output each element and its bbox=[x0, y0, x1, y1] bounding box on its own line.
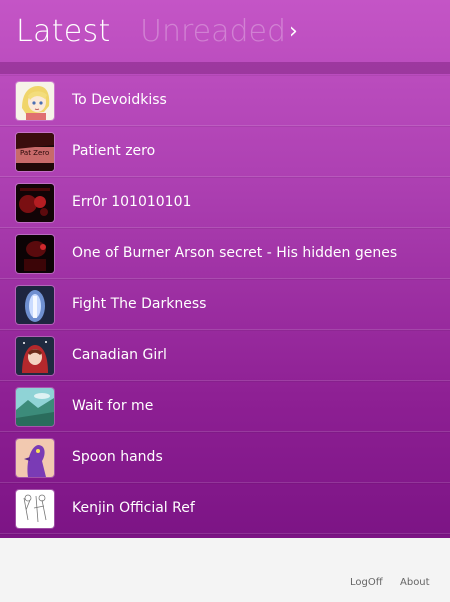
list-item[interactable]: Pat Zero Patient zero bbox=[0, 126, 450, 177]
teal-landscape-thumbnail bbox=[16, 388, 54, 426]
list-item-title: One of Burner Arson secret - His hidden … bbox=[72, 245, 398, 261]
header-divider bbox=[0, 62, 450, 74]
list-item-title: Wait for me bbox=[72, 398, 154, 414]
footer-bar: LogOff About bbox=[0, 538, 450, 602]
dark-red-character-thumbnail bbox=[16, 235, 54, 273]
list-item-title: Fight The Darkness bbox=[72, 296, 207, 312]
list-item-title: Patient zero bbox=[72, 143, 156, 159]
thumb-text: Pat Zero bbox=[20, 149, 49, 157]
list-item-title: Spoon hands bbox=[72, 449, 163, 465]
red-dark-art-thumbnail: Pat Zero bbox=[16, 133, 54, 171]
list-item[interactable]: Kenjin Official Ref bbox=[0, 483, 450, 534]
blue-glow-thumbnail bbox=[16, 286, 54, 324]
list-item[interactable]: Canadian Girl bbox=[0, 330, 450, 381]
chevron-right-icon[interactable]: › bbox=[289, 20, 298, 44]
list-item-title: To Devoidkiss bbox=[72, 92, 167, 108]
header-bar: Latest Unreaded › bbox=[0, 0, 450, 62]
list-item[interactable]: Fight The Darkness bbox=[0, 279, 450, 330]
about-link[interactable]: About bbox=[400, 577, 430, 588]
tab-latest[interactable]: Latest bbox=[16, 14, 111, 49]
purple-creature-thumbnail bbox=[16, 439, 54, 477]
list-item[interactable]: One of Burner Arson secret - His hidden … bbox=[0, 228, 450, 279]
red-hood-girl-thumbnail bbox=[16, 337, 54, 375]
list-item-title: Err0r 101010101 bbox=[72, 194, 192, 210]
list-item-title: Canadian Girl bbox=[72, 347, 167, 363]
sketch-reference-thumbnail bbox=[16, 490, 54, 528]
logoff-link[interactable]: LogOff bbox=[350, 577, 383, 588]
list-item[interactable]: Spoon hands bbox=[0, 432, 450, 483]
blonde-character-thumbnail bbox=[16, 82, 54, 120]
dark-red-art-thumbnail bbox=[16, 184, 54, 222]
list-item[interactable]: To Devoidkiss bbox=[0, 75, 450, 126]
list-item[interactable]: Err0r 101010101 bbox=[0, 177, 450, 228]
tab-unread[interactable]: Unreaded bbox=[140, 14, 286, 49]
story-list[interactable]: To Devoidkiss Pat Zero Patient zero Err0… bbox=[0, 75, 450, 538]
list-item[interactable]: Wait for me bbox=[0, 381, 450, 432]
list-item-title: Kenjin Official Ref bbox=[72, 500, 195, 516]
app-main: Latest Unreaded › To Devoidkiss Pat Zero… bbox=[0, 0, 450, 538]
